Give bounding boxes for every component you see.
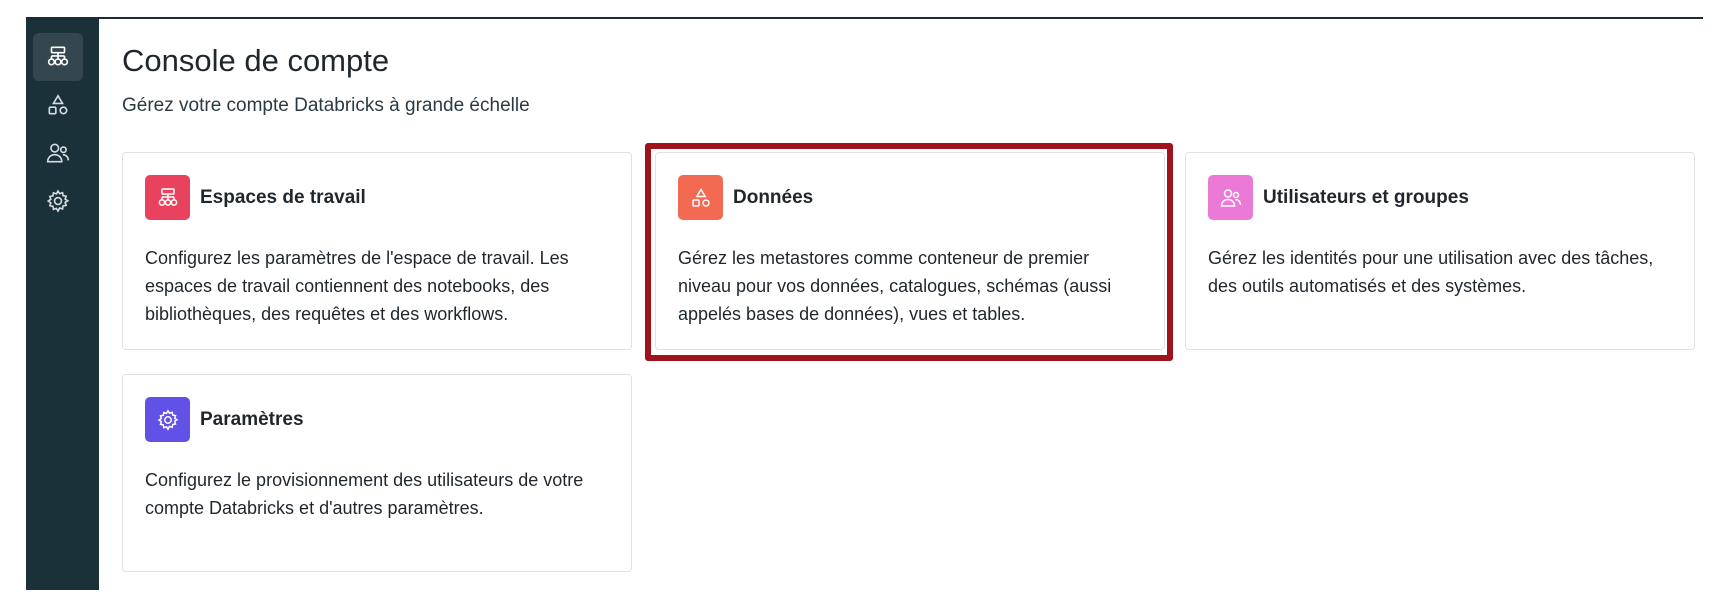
card-header: Paramètres	[145, 397, 609, 442]
card-description: Configurez les paramètres de l'espace de…	[145, 248, 569, 324]
page-title: Console de compte	[122, 43, 390, 78]
card-icon-badge	[145, 175, 190, 220]
card-title: Espaces de travail	[200, 186, 366, 208]
card-icon-badge	[678, 175, 723, 220]
card-description: Gérez les metastores comme conteneur de …	[678, 248, 1112, 324]
gear-icon	[46, 189, 70, 213]
card-users-groups[interactable]: Utilisateurs et groupes Gérez les identi…	[1185, 152, 1695, 350]
card-icon-badge	[1208, 175, 1253, 220]
workspaces-icon	[158, 187, 177, 206]
card-header: Espaces de travail	[145, 175, 609, 220]
gear-icon	[157, 408, 178, 431]
card-header: Utilisateurs et groupes	[1208, 175, 1672, 220]
sidebar-item-users[interactable]	[33, 129, 83, 177]
users-icon	[1220, 188, 1241, 207]
workspaces-icon	[47, 46, 69, 66]
users-icon	[46, 143, 70, 163]
card-data[interactable]: Données Gérez les metastores comme conte…	[655, 152, 1165, 350]
page-subtitle: Gérez votre compte Databricks à grande é…	[122, 95, 530, 116]
card-title: Paramètres	[200, 408, 304, 430]
card-title: Utilisateurs et groupes	[1263, 186, 1469, 208]
data-icon	[691, 187, 710, 207]
card-header: Données	[678, 175, 1142, 220]
card-description: Gérez les identités pour une utilisation…	[1208, 248, 1654, 296]
sidebar-item-data[interactable]	[33, 81, 83, 129]
card-settings[interactable]: Paramètres Configurez le provisionnement…	[122, 374, 632, 572]
card-title: Données	[733, 186, 814, 208]
card-description: Configurez le provisionnement des utilis…	[145, 470, 584, 518]
sidebar-item-settings[interactable]	[33, 177, 83, 225]
card-workspaces[interactable]: Espaces de travail Configurez les paramè…	[122, 152, 632, 350]
card-icon-badge	[145, 397, 190, 442]
sidebar-item-workspaces[interactable]	[33, 33, 83, 81]
data-icon	[48, 94, 68, 115]
sidebar	[26, 19, 99, 590]
